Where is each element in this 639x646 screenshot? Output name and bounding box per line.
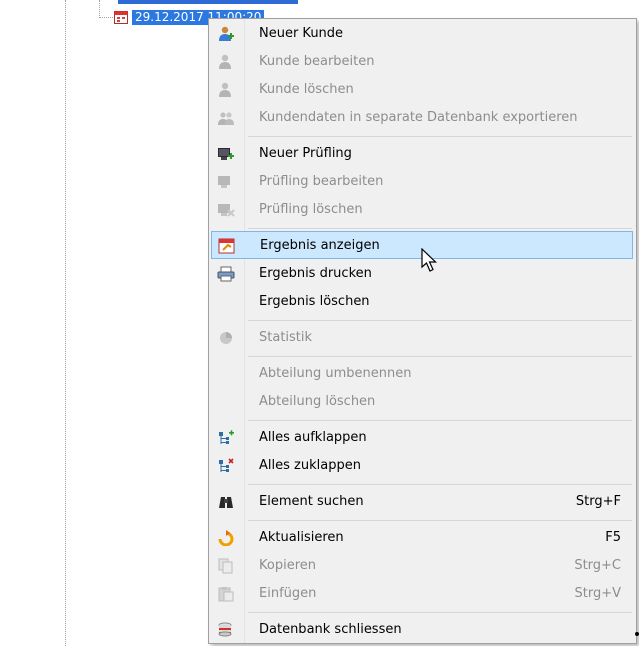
menu-item-new-customer[interactable]: Neuer Kunde [211,20,633,48]
menu-item-delete-customer[interactable]: Kunde löschen [211,76,633,104]
tree-parent-node-clipped [118,0,298,4]
menu-item-find-element[interactable]: Element suchen Strg+F [211,488,633,516]
menu-item-edit-customer[interactable]: Kunde bearbeiten [211,48,633,76]
paste-icon [217,586,235,602]
calendar-result-icon [218,238,236,254]
menu-item-label: Kunde bearbeiten [259,54,375,69]
menu-item-label: Abteilung löschen [259,394,376,409]
statistics-icon [217,330,235,346]
stray-pixel [635,632,639,636]
menu-item-label: Prüfling bearbeiten [259,174,384,189]
menu-item-delete-result[interactable]: Ergebnis löschen [211,288,633,316]
user-add-icon [217,26,235,42]
menu-item-label: Ergebnis löschen [259,294,370,309]
menu-item-shortcut: Strg+F [575,494,621,509]
device-delete-icon [217,202,235,218]
menu-item-label: Ergebnis drucken [259,266,372,281]
menu-item-label: Abteilung umbenennen [259,366,412,381]
menu-item-label: Neuer Prüfling [259,146,352,161]
menu-item-paste[interactable]: Einfügen Strg+V [211,580,633,608]
menu-item-label: Kunde löschen [259,82,354,97]
menu-item-new-device[interactable]: Neuer Prüfling [211,140,633,168]
menu-separator [248,484,632,485]
menu-item-edit-device[interactable]: Prüfling bearbeiten [211,168,633,196]
users-export-icon [217,110,235,126]
menu-separator [248,136,632,137]
user-delete-icon [217,82,235,98]
menu-item-label: Element suchen [259,494,364,509]
menu-item-label: Neuer Kunde [259,26,344,41]
database-close-icon [217,622,235,638]
menu-item-copy[interactable]: Kopieren Strg+C [211,552,633,580]
mouse-pointer-icon [421,247,439,278]
menu-item-shortcut: Strg+V [574,586,621,601]
menu-separator [248,420,632,421]
tree-collapse-icon [217,458,235,474]
menu-separator [248,228,632,229]
menu-item-export-customer[interactable]: Kundendaten in separate Datenbank export… [211,104,633,132]
menu-item-shortcut: F5 [605,530,621,545]
menu-separator [248,356,632,357]
tree-expand-icon [217,430,235,446]
refresh-icon [217,530,235,547]
menu-item-label: Kopieren [259,558,316,573]
menu-item-label: Datenbank schliessen [259,622,402,637]
menu-item-label: Prüfling löschen [259,202,363,217]
menu-item-label: Statistik [259,330,313,345]
menu-separator [248,520,632,521]
menu-item-delete-department[interactable]: Abteilung löschen [211,388,633,416]
context-menu: Neuer Kunde Kunde bearbeiten Kunde lösch… [208,18,637,644]
printer-icon [217,266,235,282]
user-edit-icon [217,54,235,70]
menu-separator [248,612,632,613]
binoculars-icon [217,494,235,510]
copy-icon [217,558,235,574]
menu-separator [248,320,632,321]
menu-item-label: Alles aufklappen [259,430,367,445]
menu-item-close-database[interactable]: Datenbank schliessen [211,616,633,644]
menu-item-collapse-all[interactable]: Alles zuklappen [211,452,633,480]
tree-connector-line [65,0,66,646]
menu-item-label: Ergebnis anzeigen [260,238,380,253]
menu-item-label: Kundendaten in separate Datenbank export… [259,110,578,125]
menu-item-delete-device[interactable]: Prüfling löschen [211,196,633,224]
menu-item-refresh[interactable]: Aktualisieren F5 [211,524,633,552]
menu-item-rename-department[interactable]: Abteilung umbenennen [211,360,633,388]
menu-item-expand-all[interactable]: Alles aufklappen [211,424,633,452]
menu-item-statistics[interactable]: Statistik [211,324,633,352]
menu-item-shortcut: Strg+C [574,558,621,573]
menu-item-label: Aktualisieren [259,530,344,545]
device-edit-icon [217,174,235,190]
tree-connector-line [99,0,100,16]
device-add-icon [217,146,235,162]
calendar-icon [114,10,128,24]
tree-connector-line [99,17,113,18]
menu-item-label: Einfügen [259,586,317,601]
menu-item-label: Alles zuklappen [259,458,361,473]
